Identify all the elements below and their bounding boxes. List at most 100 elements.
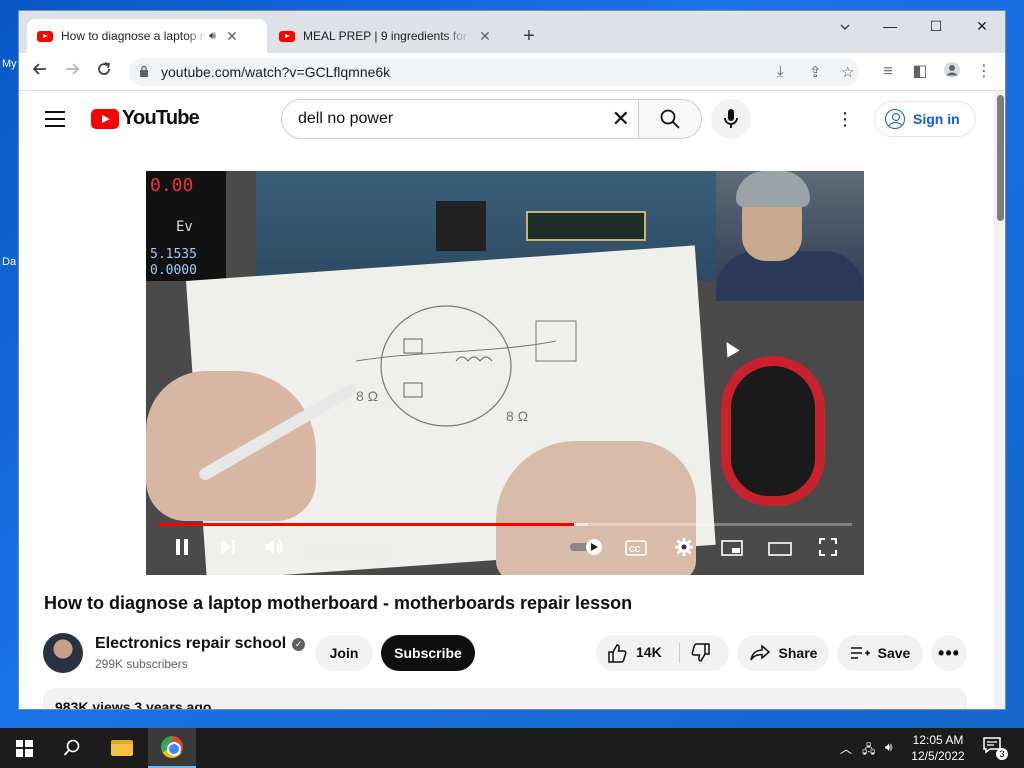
like-count[interactable]: 14K bbox=[636, 644, 662, 660]
minimize-button[interactable]: — bbox=[867, 17, 913, 35]
subscriber-count: 299K subscribers bbox=[95, 657, 188, 671]
windows-logo-icon bbox=[15, 739, 33, 757]
back-arrow-icon[interactable] bbox=[29, 61, 51, 83]
search-icon bbox=[660, 109, 680, 129]
desktop-icon-label[interactable]: My bbox=[2, 58, 17, 70]
share-button[interactable]: Share bbox=[737, 635, 829, 671]
close-tab-icon[interactable]: ✕ bbox=[477, 28, 493, 45]
forward-arrow-icon[interactable] bbox=[61, 61, 83, 83]
next-button[interactable] bbox=[214, 537, 242, 563]
microphone-icon bbox=[724, 109, 738, 128]
next-icon bbox=[221, 540, 235, 554]
progress-bar[interactable] bbox=[158, 523, 852, 526]
like-button[interactable] bbox=[606, 642, 628, 669]
sign-in-label: Sign in bbox=[913, 111, 960, 127]
settings-kebab-icon[interactable]: ⋮ bbox=[833, 109, 857, 133]
start-button[interactable] bbox=[0, 728, 48, 768]
pause-button[interactable] bbox=[168, 537, 196, 563]
played-bar bbox=[158, 523, 575, 526]
scrollbar-thumb[interactable] bbox=[997, 95, 1004, 221]
captions-icon: CC bbox=[625, 540, 647, 556]
new-tab-button[interactable]: + bbox=[517, 25, 541, 47]
bookmark-star-icon[interactable]: ☆ bbox=[841, 63, 854, 81]
speaker-icon[interactable]: 🔊︎ bbox=[209, 30, 216, 43]
svg-text:8 Ω: 8 Ω bbox=[506, 408, 528, 424]
clock-date: 12/5/2022 bbox=[911, 749, 965, 763]
fullscreen-button[interactable] bbox=[814, 537, 842, 563]
video-title: How to diagnose a laptop motherboard - m… bbox=[44, 593, 633, 613]
tab-meal-prep[interactable]: MEAL PREP | 9 ingredients for flexible m… bbox=[269, 19, 507, 53]
search-button[interactable] bbox=[638, 99, 702, 139]
guide-menu-icon[interactable] bbox=[45, 111, 65, 127]
desktop-icon-label[interactable]: Da bbox=[2, 256, 16, 268]
theater-mode-button[interactable] bbox=[766, 537, 794, 563]
tab-how-to-diagnose[interactable]: How to diagnose a laptop motherboard - m… bbox=[27, 19, 267, 53]
system-clock[interactable]: 12:05 AM 12/5/2022 bbox=[906, 732, 970, 764]
search-query[interactable]: dell no power bbox=[298, 110, 393, 128]
settings-button[interactable] bbox=[670, 537, 698, 563]
clear-search-icon[interactable]: ✕ bbox=[612, 106, 630, 132]
dislike-button[interactable] bbox=[690, 642, 712, 669]
show-hidden-icons-chevron-icon[interactable]: ︿ bbox=[840, 740, 852, 757]
left-hand bbox=[146, 371, 316, 521]
lock-icon[interactable] bbox=[139, 65, 149, 77]
tab-title: How to diagnose a laptop motherboard - m… bbox=[61, 29, 207, 43]
search-input[interactable]: dell no power ✕ bbox=[281, 99, 639, 139]
volume-tray-icon[interactable]: 🔊︎ bbox=[885, 740, 893, 755]
volume-button[interactable] bbox=[260, 537, 288, 563]
autoplay-icon bbox=[570, 539, 602, 555]
buffered-bar bbox=[574, 523, 589, 526]
thumbs-down-icon bbox=[691, 643, 710, 662]
miniplayer-button[interactable] bbox=[718, 537, 746, 563]
autoplay-toggle[interactable] bbox=[568, 537, 604, 563]
network-icon[interactable]: 🖧︎ bbox=[862, 740, 875, 761]
chrome-taskbar-button[interactable] bbox=[148, 728, 196, 768]
verified-check-icon: ✓ bbox=[292, 637, 306, 651]
join-button[interactable]: Join bbox=[315, 635, 373, 671]
circuit-sketch: 8 Ω 8 Ω bbox=[355, 305, 577, 427]
profile-icon[interactable] bbox=[941, 61, 963, 83]
subscribe-button[interactable]: Subscribe bbox=[381, 635, 475, 671]
more-actions-button[interactable]: ••• bbox=[931, 635, 967, 671]
svg-text:8 Ω: 8 Ω bbox=[356, 388, 378, 404]
browser-menu-icon[interactable]: ⋮ bbox=[973, 61, 995, 83]
save-playlist-icon bbox=[850, 647, 870, 659]
tab-search-chevron-icon[interactable] bbox=[839, 21, 851, 36]
reading-list-icon[interactable]: ≡ bbox=[877, 61, 899, 83]
taskbar-search-button[interactable] bbox=[48, 728, 96, 768]
file-explorer-button[interactable] bbox=[98, 728, 146, 768]
reload-icon[interactable] bbox=[93, 61, 115, 83]
gear-icon bbox=[675, 538, 693, 556]
page-scrollbar[interactable] bbox=[994, 91, 1005, 709]
save-button[interactable]: Save bbox=[837, 635, 923, 671]
clock-time: 12:05 AM bbox=[912, 733, 964, 747]
close-window-button[interactable]: ✕ bbox=[959, 17, 1005, 35]
logitech-mouse bbox=[721, 356, 825, 506]
close-tab-icon[interactable]: ✕ bbox=[224, 28, 240, 45]
video-player[interactable]: 0.00 Ev 5.1535 0.0000 8 Ω 8 Ω 48:29 / 1:… bbox=[146, 171, 864, 575]
youtube-favicon-icon bbox=[279, 30, 295, 42]
windows-taskbar: ︿ 🖧︎ 🔊︎ 12:05 AM 12/5/2022 3 bbox=[0, 728, 1024, 768]
miniplayer-icon bbox=[721, 540, 743, 556]
voice-search-button[interactable] bbox=[711, 99, 751, 139]
address-bar[interactable]: youtube.com/watch?v=GCLflqmne6k ⤓ ⇪ ☆ bbox=[129, 58, 859, 86]
fullscreen-icon bbox=[819, 538, 837, 556]
side-panel-icon[interactable]: ◧ bbox=[909, 61, 931, 83]
sign-in-button[interactable]: Sign in bbox=[874, 101, 976, 137]
youtube-favicon-icon bbox=[37, 30, 53, 42]
svg-text:CC: CC bbox=[629, 545, 641, 554]
views-and-date: 983K views 3 years ago bbox=[55, 699, 212, 710]
maximize-button[interactable]: ☐ bbox=[913, 17, 959, 35]
url-text[interactable]: youtube.com/watch?v=GCLflqmne6k bbox=[161, 64, 390, 80]
channel-name-row[interactable]: Electronics repair school ✓ bbox=[95, 635, 306, 653]
share-page-icon[interactable]: ⇪ bbox=[809, 63, 822, 81]
channel-avatar[interactable] bbox=[43, 633, 83, 673]
pause-icon bbox=[176, 539, 188, 555]
youtube-logo[interactable]: YouTube bbox=[91, 107, 200, 130]
captions-button[interactable]: CC bbox=[622, 537, 650, 563]
channel-name[interactable]: Electronics repair school bbox=[95, 635, 286, 653]
description-box[interactable]: 983K views 3 years ago bbox=[43, 688, 967, 710]
notification-center-button[interactable]: 3 bbox=[982, 736, 1008, 760]
video-frame: 0.00 Ev 5.1535 0.0000 8 Ω 8 Ω bbox=[146, 171, 864, 575]
install-app-icon[interactable]: ⤓ bbox=[777, 63, 784, 80]
